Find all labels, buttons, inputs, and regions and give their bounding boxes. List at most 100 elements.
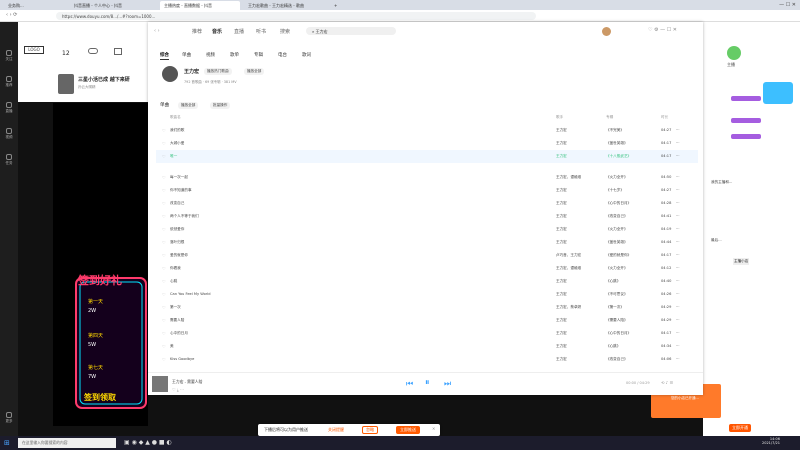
avatar[interactable] (602, 27, 611, 36)
song-album[interactable]: 《心跳》 (606, 279, 620, 284)
song-artist[interactable]: 王力宏 (556, 357, 567, 362)
row-more-icon[interactable]: ⋯ (676, 201, 680, 205)
table-row[interactable]: ♡ 你看我 王力宏、谭维维 《火力全开》 04:12 ⋯ (156, 262, 698, 275)
tab-videos[interactable]: 视频 (206, 52, 215, 58)
gift-icon[interactable] (114, 48, 122, 55)
open-shop-button[interactable]: 立即开通 (729, 424, 751, 432)
nav-audiobook[interactable]: 听书 (256, 28, 266, 35)
heart-icon[interactable]: ♡ (162, 154, 166, 159)
rail-item[interactable]: 关注 (0, 50, 18, 62)
promo-signin-button[interactable]: 签到领取 (84, 392, 116, 403)
table-row[interactable]: ♡ 落叶归根 王力宏 《盖世英雄》 04:44 ⋯ (156, 236, 698, 249)
table-row[interactable]: ♡ 需要人陪 王力宏 《需要人陪》 04:29 ⋯ (156, 314, 698, 327)
song-title[interactable]: 美 (170, 344, 174, 349)
browser-tab[interactable]: 业务购... (4, 1, 52, 10)
song-album[interactable]: 《改变自己》 (606, 214, 628, 219)
table-row[interactable]: ♡ 美 王力宏 《心跳》 04:34 ⋯ (156, 340, 698, 353)
artist-avatar[interactable] (162, 66, 178, 82)
nav-search[interactable]: 搜索 (280, 28, 290, 35)
tab-lyrics[interactable]: 歌词 (302, 52, 311, 58)
row-more-icon[interactable]: ⋯ (676, 188, 680, 192)
song-album[interactable]: 《心中的日月》 (606, 331, 631, 336)
song-album[interactable]: 《火力全开》 (606, 175, 628, 180)
song-title[interactable]: Can You Feel My World (170, 292, 211, 296)
heart-icon[interactable]: ♡ (162, 175, 166, 180)
window-controls[interactable]: ♡ ⚙ — ☐ ✕ (648, 27, 677, 33)
song-artist[interactable]: 王力宏 (556, 154, 567, 159)
table-row[interactable]: ♡ 心跳 王力宏 《心跳》 04:40 ⋯ (156, 275, 698, 288)
signin-promo[interactable]: 签到好礼 第一天 2W 第四天 5W 第七天 7W 签到领取 (72, 268, 150, 420)
rail-item[interactable]: 任务 (0, 154, 18, 166)
browser-tab-active[interactable]: 主播热度 - 直播数据 - 抖音 (160, 1, 240, 10)
windows-start-icon[interactable]: ⊞ (4, 439, 10, 447)
heart-icon[interactable]: ♡ (162, 188, 166, 193)
row-more-icon[interactable]: ⋯ (676, 227, 680, 231)
song-album[interactable]: 《火力全开》 (606, 227, 628, 232)
heart-icon[interactable]: ♡ (162, 292, 166, 297)
row-more-icon[interactable]: ⋯ (676, 305, 680, 309)
row-more-icon[interactable]: ⋯ (676, 141, 680, 145)
heart-icon[interactable]: ♡ (162, 227, 166, 232)
song-album[interactable]: 《十七岁》 (606, 188, 624, 193)
song-album[interactable]: 《不可思议》 (606, 292, 628, 297)
table-row[interactable]: ♡ 大城小爱 王力宏 《盖世英雄》 04:17 ⋯ (156, 137, 698, 150)
tab-songs[interactable]: 单曲 (182, 52, 191, 58)
song-title[interactable]: 需要人陪 (170, 318, 184, 323)
song-artist[interactable]: 王力宏 (556, 141, 567, 146)
prev-icon[interactable]: ⏮ (406, 379, 413, 389)
heart-icon[interactable]: ♡ (162, 266, 166, 271)
batch-button[interactable]: 批量操作 (210, 102, 231, 109)
song-title[interactable]: 落叶归根 (170, 240, 184, 245)
heart-icon[interactable]: ♡ (162, 240, 166, 245)
song-artist[interactable]: 王力宏、谭维维 (556, 175, 581, 180)
song-artist[interactable]: 王力宏、蔡卓妍 (556, 305, 581, 310)
tab-radio[interactable]: 电台 (278, 52, 287, 58)
song-album[interactable]: 《心跳》 (606, 344, 620, 349)
song-title[interactable]: 第一次 (170, 305, 181, 310)
push-button[interactable]: 立即推送 (396, 426, 420, 434)
row-more-icon[interactable]: ⋯ (676, 344, 680, 348)
song-artist[interactable]: 王力宏 (556, 292, 567, 297)
song-title[interactable]: 唯一 (170, 154, 177, 159)
back-forward-icon[interactable]: ‹ › (154, 28, 160, 34)
table-row[interactable]: ♡ 心中的日月 王力宏 《心中的日月》 04:17 ⋯ (156, 327, 698, 340)
song-album[interactable]: 《需要人陪》 (606, 318, 628, 323)
taskbar-apps-icon[interactable]: ▣ ◉ ◆ ▲ ● ■ ◐ (124, 439, 172, 446)
song-title[interactable]: 你不知道的事 (170, 188, 192, 193)
song-artist[interactable]: 卢巧音、王力宏 (556, 253, 581, 258)
row-more-icon[interactable]: ⋯ (676, 331, 680, 335)
song-title[interactable]: 心跳 (170, 279, 177, 284)
heart-icon[interactable]: ♡ (162, 279, 166, 284)
song-artist[interactable]: 王力宏 (556, 128, 567, 133)
avatar[interactable] (58, 74, 74, 94)
song-title[interactable]: 依然爱你 (170, 227, 184, 232)
rail-item[interactable]: 直播 (0, 102, 18, 114)
song-title[interactable]: 两个人不等于我们 (170, 214, 199, 219)
notice-link[interactable]: 关闭提醒 (328, 427, 344, 433)
song-artist[interactable]: 王力宏 (556, 227, 567, 232)
song-title[interactable]: 你看我 (170, 266, 181, 271)
table-row[interactable]: ♡ Kiss Goodbye 王力宏 《改变自己》 04:06 ⋯ (156, 353, 698, 366)
nav-music[interactable]: 音乐 (212, 28, 222, 35)
heart-icon[interactable]: ♡ (162, 305, 166, 310)
browser-tab[interactable]: 抖音直播 - 个人中心 - 抖音 (70, 1, 150, 10)
rail-item[interactable]: 更多 (0, 412, 18, 424)
song-album[interactable]: 《心中的日月》 (606, 201, 631, 206)
song-album[interactable]: 《改变自己》 (606, 357, 628, 362)
player-tools-icon[interactable]: ♡ ⤓ ⋯ (172, 387, 184, 392)
table-row[interactable]: ♡ 第一次 王力宏、蔡卓妍 《第一次》 04:29 ⋯ (156, 301, 698, 314)
song-album[interactable]: 《不完美》 (606, 128, 624, 133)
play-hot-button[interactable]: 播放热门歌曲 (204, 68, 232, 75)
song-artist[interactable]: 王力宏、谭维维 (556, 266, 581, 271)
ignore-button[interactable]: 忽略 (362, 426, 378, 434)
window-controls[interactable]: — ☐ ✕ (779, 2, 796, 8)
song-artist[interactable]: 王力宏 (556, 240, 567, 245)
song-artist[interactable]: 王力宏 (556, 201, 567, 206)
taskbar-search-input[interactable]: 在这里输入你要搜索的内容 (18, 438, 116, 448)
heart-icon[interactable]: ♡ (162, 344, 166, 349)
table-row[interactable]: ♡ Can You Feel My World 王力宏 《不可思议》 04:26 ⋯ (156, 288, 698, 301)
row-more-icon[interactable]: ⋯ (676, 214, 680, 218)
song-title[interactable]: 心中的日月 (170, 331, 188, 336)
row-more-icon[interactable]: ⋯ (676, 318, 680, 322)
song-title[interactable]: 每一次一起 (170, 175, 188, 180)
